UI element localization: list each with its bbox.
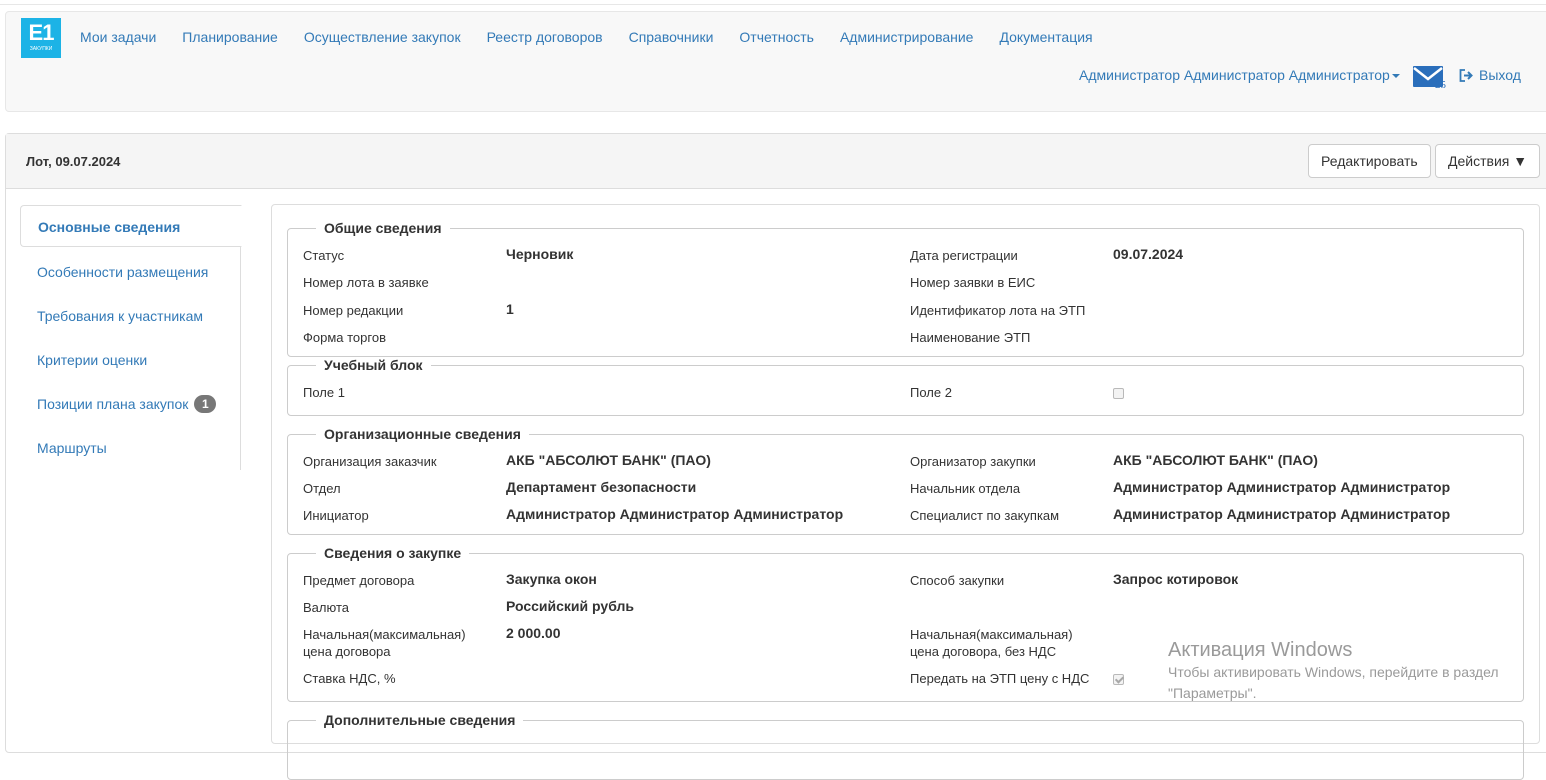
section-title: Организационные сведения — [316, 426, 529, 443]
organizer-value: АКБ "АБСОЛЮТ БАНК" (ПАО) — [1113, 452, 1318, 468]
nmc-novat-label-line2: цена договора, без НДС — [910, 644, 1057, 659]
initiator-label: Инициатор — [303, 508, 369, 523]
count-badge: 1 — [194, 395, 217, 413]
mail-count-badge: 25 — [1435, 79, 1446, 91]
training-section: Учебный блок — [287, 357, 1524, 416]
currency-value: Российский рубль — [506, 598, 634, 614]
user-menu-toggle[interactable]: Администратор Администратор Администрато… — [1079, 67, 1400, 83]
nav-documentation[interactable]: Документация — [999, 29, 1092, 45]
method-label: Способ закупки — [910, 573, 1005, 588]
side-tabs: Основные сведения Особенности размещения… — [20, 205, 242, 470]
currency-label: Валюта — [303, 600, 349, 615]
field1-label: Поле 1 — [303, 385, 345, 400]
nav-reports[interactable]: Отчетность — [739, 29, 814, 45]
etp-lot-id-label: Идентификатор лота на ЭТП — [910, 303, 1086, 318]
caret-down-icon — [1391, 74, 1400, 79]
trade-form-label: Форма торгов — [303, 330, 386, 345]
nav-references[interactable]: Справочники — [629, 29, 714, 45]
logout-icon — [1459, 69, 1473, 82]
etp-name-label: Наименование ЭТП — [910, 330, 1031, 345]
logo-sub: ЗАКУПКИ — [29, 46, 53, 52]
tab-plan-positions[interactable]: Позиции плана закупок 1 — [20, 383, 241, 423]
status-label: Статус — [303, 248, 345, 263]
section-title: Сведения о закупке — [316, 545, 470, 562]
reg-date-value: 09.07.2024 — [1113, 246, 1184, 262]
subject-label: Предмет договора — [303, 573, 415, 588]
status-value: Черновик — [506, 246, 574, 262]
specialist-value: Администратор Администратор Администрато… — [1113, 506, 1451, 522]
logout-label: Выход — [1479, 67, 1521, 83]
main-menu: Мои задачи Планирование Осуществление за… — [80, 29, 1119, 45]
nav-procurement[interactable]: Осуществление закупок — [304, 29, 461, 45]
revision-value: 1 — [506, 301, 514, 317]
nav-my-tasks[interactable]: Мои задачи — [80, 29, 156, 45]
organizer-label: Организатор закупки — [910, 454, 1036, 469]
app-logo[interactable]: E1 ЗАКУПКИ — [21, 18, 61, 58]
lot-number-label: Номер лота в заявке — [303, 275, 429, 290]
nmc-label-line2: цена договора — [303, 644, 391, 659]
logo-main: E1 — [28, 20, 55, 45]
department-label: Отдел — [303, 481, 341, 496]
watermark-line2: "Параметры". — [1168, 685, 1257, 701]
customer-value: АКБ "АБСОЛЮТ БАНК" (ПАО) — [506, 452, 711, 468]
page-title: Лот, 09.07.2024 — [26, 154, 121, 169]
field2-checkbox[interactable] — [1113, 388, 1124, 399]
watermark-line1: Чтобы активировать Windows, перейдите в … — [1168, 664, 1499, 680]
section-title: Общие сведения — [316, 220, 450, 237]
reg-date-label: Дата регистрации — [910, 248, 1018, 263]
nav-planning[interactable]: Планирование — [182, 29, 278, 45]
tab-placement-features[interactable]: Особенности размещения — [20, 251, 241, 291]
nmc-label-line1: Начальная(максимальная) — [303, 627, 466, 642]
specialist-label: Специалист по закупкам — [910, 508, 1060, 523]
subject-value: Закупка окон — [506, 571, 597, 587]
vat-rate-label: Ставка НДС, % — [303, 671, 396, 686]
section-title: Учебный блок — [316, 357, 431, 374]
edit-button[interactable]: Редактировать — [1308, 144, 1431, 178]
additional-info-section: Дополнительные сведения — [287, 712, 1524, 780]
navbar: E1 ЗАКУПКИ Мои задачи Планирование Осуще… — [5, 11, 1546, 112]
windows-activation-watermark: Активация Windows Чтобы активировать Win… — [1168, 638, 1499, 704]
logout-link[interactable]: Выход — [1459, 67, 1521, 83]
tab-routes[interactable]: Маршруты — [20, 427, 241, 467]
revision-label: Номер редакции — [303, 303, 404, 318]
tab-general-info[interactable]: Основные сведения — [20, 205, 242, 247]
tab-evaluation-criteria[interactable]: Критерии оценки — [20, 339, 241, 379]
send-vat-label: Передать на ЭТП цену с НДС — [910, 671, 1090, 686]
top-divider — [0, 4, 1546, 5]
section-title: Дополнительные сведения — [316, 712, 524, 729]
head-value: Администратор Администратор Администрато… — [1113, 479, 1451, 495]
user-name: Администратор Администратор Администрато… — [1079, 67, 1390, 83]
panel-header: Лот, 09.07.2024 Редактировать Действия ▼ — [6, 134, 1546, 189]
actions-dropdown-button[interactable]: Действия ▼ — [1435, 144, 1541, 178]
nav-administration[interactable]: Администрирование — [840, 29, 974, 45]
initiator-value: Администратор Администратор Администрато… — [506, 506, 844, 522]
method-value: Запрос котировок — [1113, 571, 1239, 587]
general-info-section: Общие сведения — [287, 220, 1524, 357]
send-vat-checkbox[interactable] — [1113, 674, 1124, 685]
head-label: Начальник отдела — [910, 481, 1021, 496]
customer-label: Организация заказчик — [303, 454, 437, 469]
eis-number-label: Номер заявки в ЕИС — [910, 275, 1036, 290]
nmc-value: 2 000.00 — [506, 625, 561, 641]
nav-contract-registry[interactable]: Реестр договоров — [487, 29, 603, 45]
watermark-title: Активация Windows — [1168, 639, 1353, 661]
field2-label: Поле 2 — [910, 385, 952, 400]
tab-participant-requirements[interactable]: Требования к участникам — [20, 295, 241, 335]
department-value: Департамент безопасности — [506, 479, 697, 495]
nmc-novat-label-line1: Начальная(максимальная) — [910, 627, 1073, 642]
